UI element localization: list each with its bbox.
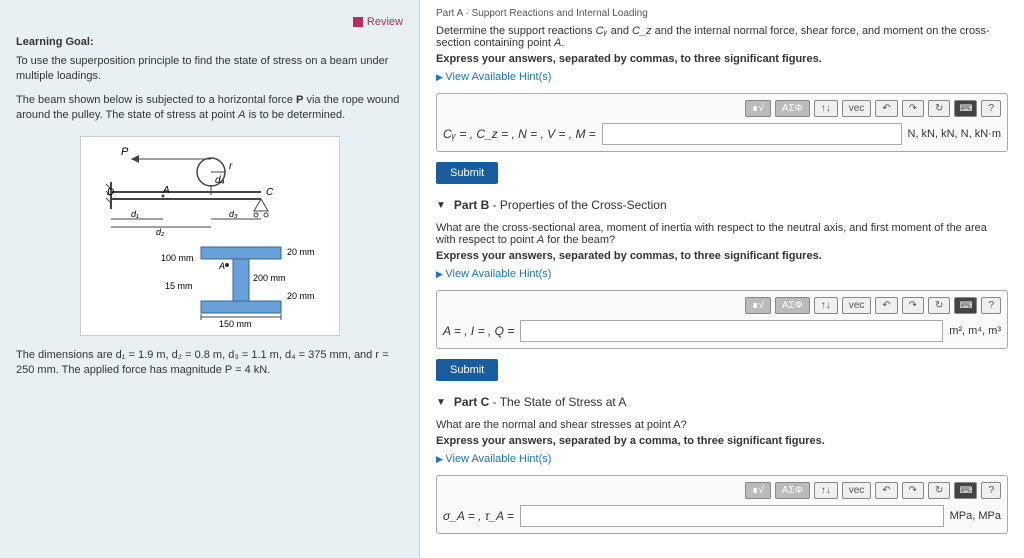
reset-btn[interactable]: ↻ [928,482,950,499]
svg-text:d₂: d₂ [156,227,165,237]
undo-btn[interactable]: ↶ [875,100,897,117]
part-a-express: Express your answers, separated by comma… [436,53,1008,65]
label-P: P [121,146,129,158]
label-D: D [107,187,114,198]
help-btn[interactable]: ? [981,482,1001,499]
part-a-answer-box: ∎√ ΑΣΦ ↑↓ vec ↶ ↷ ↻ ⌨ ? Cᵧ = , C_z = , N… [436,93,1008,152]
learning-goal-label: Learning Goal: [16,36,403,48]
undo-btn[interactable]: ↶ [875,482,897,499]
symbols-btn[interactable]: ΑΣΦ [775,297,810,314]
svg-text:20 mm: 20 mm [287,291,315,301]
keyboard-btn[interactable]: ⌨ [954,297,977,314]
vec-btn[interactable]: vec [842,297,872,314]
part-b-express: Express your answers, separated by comma… [436,250,1008,262]
symbols-btn[interactable]: ΑΣΦ [775,100,810,117]
redo-btn[interactable]: ↷ [902,482,924,499]
caret-down-icon: ▼ [436,200,446,211]
part-c-header[interactable]: ▼ Part C - The State of Stress at A [436,395,1008,409]
part-b-instruction: What are the cross-sectional area, momen… [436,222,1008,246]
part-b-input[interactable] [520,320,943,342]
part-c-input[interactable] [520,505,944,527]
part-c-express: Express your answers, separated by a com… [436,435,1008,447]
keyboard-btn[interactable]: ⌨ [954,482,977,499]
templates-btn[interactable]: ∎√ [745,482,771,499]
reset-btn[interactable]: ↻ [928,100,950,117]
undo-btn[interactable]: ↶ [875,297,897,314]
left-panel: Review Learning Goal: To use the superpo… [0,0,420,558]
symbols-btn[interactable]: ΑΣΦ [775,482,810,499]
keyboard-btn[interactable]: ⌨ [954,100,977,117]
svg-text:150 mm: 150 mm [219,319,252,329]
label-d4: d₄ [215,175,225,186]
part-b-header[interactable]: ▼ Part B - Properties of the Cross-Secti… [436,198,1008,212]
part-a-submit-button[interactable]: Submit [436,162,498,184]
svg-text:d₁: d₁ [131,209,139,219]
redo-btn[interactable]: ↷ [902,100,924,117]
part-a-input[interactable] [602,123,902,145]
svg-text:15 mm: 15 mm [165,281,193,291]
templates-btn[interactable]: ∎√ [745,100,771,117]
beam-description: The beam shown below is subjected to a h… [16,93,403,124]
dimensions-text: The dimensions are d₁ = 1.9 m, d₂ = 0.8 … [16,348,403,379]
part-a-prefix: Cᵧ = , C_z = , N = , V = , M = [443,127,596,141]
svg-text:A: A [218,261,225,271]
help-btn[interactable]: ? [981,297,1001,314]
part-c-toolbar: ∎√ ΑΣΦ ↑↓ vec ↶ ↷ ↻ ⌨ ? [443,482,1001,499]
scripts-btn[interactable]: ↑↓ [814,100,838,117]
part-b-submit-button[interactable]: Submit [436,359,498,381]
part-c-units: MPa, MPa [950,510,1001,522]
beam-diagram: P r d₄ C D A d₁ d₂ d₃ A 20 mm 100 mm 200… [80,136,340,336]
review-text: Review [367,16,403,28]
help-btn[interactable]: ? [981,100,1001,117]
part-b-prefix: A = , I = , Q = [443,324,514,338]
label-r: r [229,161,233,172]
part-c-prefix: σ_A = , τ_A = [443,509,514,523]
part-b-answer-box: ∎√ ΑΣΦ ↑↓ vec ↶ ↷ ↻ ⌨ ? A = , I = , Q = … [436,290,1008,349]
caret-down-icon: ▼ [436,397,446,408]
part-b-toolbar: ∎√ ΑΣΦ ↑↓ vec ↶ ↷ ↻ ⌨ ? [443,297,1001,314]
part-a-hint-link[interactable]: View Available Hint(s) [436,71,1008,83]
svg-text:200 mm: 200 mm [253,273,286,283]
vec-btn[interactable]: vec [842,482,872,499]
part-c-answer-box: ∎√ ΑΣΦ ↑↓ vec ↶ ↷ ↻ ⌨ ? σ_A = , τ_A = MP… [436,475,1008,534]
diagram-container: P r d₄ C D A d₁ d₂ d₃ A 20 mm 100 mm 200… [16,136,403,336]
svg-text:100 mm: 100 mm [161,253,194,263]
reset-btn[interactable]: ↻ [928,297,950,314]
vec-btn[interactable]: vec [842,100,872,117]
review-link[interactable]: Review [16,16,403,28]
part-b-units: m², m⁴, m³ [949,325,1001,337]
part-c-instruction: What are the normal and shear stresses a… [436,419,1008,431]
svg-text:20 mm: 20 mm [287,247,315,257]
part-a-units: N, kN, kN, N, kN·m [908,128,1002,140]
svg-text:d₃: d₃ [229,209,238,219]
right-panel: Part A · Support Reactions and Internal … [420,0,1024,558]
part-c-hint-link[interactable]: View Available Hint(s) [436,453,1008,465]
redo-btn[interactable]: ↷ [902,297,924,314]
part-a-strip: Part A · Support Reactions and Internal … [436,8,1008,19]
learning-goal-text: To use the superposition principle to fi… [16,54,403,85]
part-b-hint-link[interactable]: View Available Hint(s) [436,268,1008,280]
scripts-btn[interactable]: ↑↓ [814,297,838,314]
label-A: A [162,185,170,196]
review-icon [353,17,363,27]
label-C: C [266,187,274,198]
scripts-btn[interactable]: ↑↓ [814,482,838,499]
templates-btn[interactable]: ∎√ [745,297,771,314]
part-a-toolbar: ∎√ ΑΣΦ ↑↓ vec ↶ ↷ ↻ ⌨ ? [443,100,1001,117]
part-a-instruction: Determine the support reactions Cᵧ and C… [436,25,1008,49]
